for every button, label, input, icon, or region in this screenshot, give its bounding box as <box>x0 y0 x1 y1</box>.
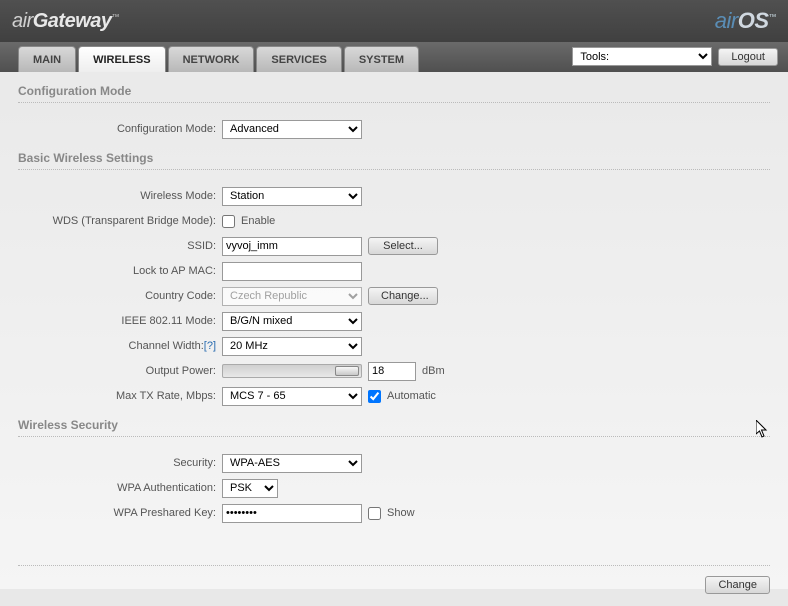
label-wpa-psk: WPA Preshared Key: <box>18 507 222 519</box>
label-channel-width: Channel Width:[?] <box>18 340 222 352</box>
footer: Change <box>18 565 770 594</box>
logo-os: OS <box>738 8 769 33</box>
channel-width-select[interactable]: 20 MHz <box>222 337 362 356</box>
ssid-input[interactable] <box>222 237 362 256</box>
country-select[interactable]: Czech Republic <box>222 287 362 306</box>
logout-button[interactable]: Logout <box>718 48 778 66</box>
wireless-mode-select[interactable]: Station <box>222 187 362 206</box>
tab-wireless[interactable]: WIRELESS <box>78 46 165 72</box>
logo-gateway: Gateway <box>33 10 112 32</box>
change-button[interactable]: Change <box>705 576 770 594</box>
section-basic-wireless: Basic Wireless Settings <box>18 151 770 170</box>
tm-mark: ™ <box>112 12 120 21</box>
section-wireless-security: Wireless Security <box>18 418 770 437</box>
logo-air: air <box>12 10 33 32</box>
output-power-unit: dBm <box>422 365 445 377</box>
wpa-auth-select[interactable]: PSK <box>222 479 278 498</box>
wds-checkbox[interactable] <box>222 215 235 228</box>
logo-air2: air <box>715 8 738 33</box>
logo-airos: airOS™ <box>715 8 776 34</box>
app-header: airGateway™ airOS™ <box>0 0 788 42</box>
ieee-mode-select[interactable]: B/G/N mixed <box>222 312 362 331</box>
content-area: Configuration Mode Configuration Mode: A… <box>0 72 788 606</box>
tab-network[interactable]: NETWORK <box>168 46 255 72</box>
output-power-input[interactable] <box>368 362 416 381</box>
tm-mark2: ™ <box>769 13 777 22</box>
security-select[interactable]: WPA-AES <box>222 454 362 473</box>
ssid-select-button[interactable]: Select... <box>368 237 438 255</box>
label-max-tx: Max TX Rate, Mbps: <box>18 390 222 402</box>
label-ieee-mode: IEEE 802.11 Mode: <box>18 315 222 327</box>
wds-enable-label: Enable <box>241 215 275 227</box>
show-psk-checkbox[interactable] <box>368 507 381 520</box>
max-tx-select[interactable]: MCS 7 - 65 <box>222 387 362 406</box>
slider-thumb-icon[interactable] <box>335 366 359 376</box>
show-psk-label: Show <box>387 507 415 519</box>
section-config-mode: Configuration Mode <box>18 84 770 103</box>
automatic-checkbox[interactable] <box>368 390 381 403</box>
automatic-label: Automatic <box>387 390 436 402</box>
output-power-slider[interactable] <box>222 364 362 378</box>
label-country: Country Code: <box>18 290 222 302</box>
label-security: Security: <box>18 457 222 469</box>
tab-services[interactable]: SERVICES <box>256 46 341 72</box>
tab-main[interactable]: MAIN <box>18 46 76 72</box>
tab-bar: MAIN WIRELESS NETWORK SERVICES SYSTEM To… <box>0 42 788 72</box>
tools-select[interactable]: Tools: <box>572 47 712 66</box>
label-wireless-mode: Wireless Mode: <box>18 190 222 202</box>
label-ssid: SSID: <box>18 240 222 252</box>
country-change-button[interactable]: Change... <box>368 287 438 305</box>
label-output-power: Output Power: <box>18 365 222 377</box>
wpa-psk-input[interactable] <box>222 504 362 523</box>
config-mode-select[interactable]: Advanced <box>222 120 362 139</box>
label-wds: WDS (Transparent Bridge Mode): <box>18 215 222 227</box>
tab-system[interactable]: SYSTEM <box>344 46 419 72</box>
label-config-mode: Configuration Mode: <box>18 123 222 135</box>
channel-width-help-link[interactable]: [?] <box>204 340 216 352</box>
logo-airgateway: airGateway™ <box>12 10 119 33</box>
lock-ap-mac-input[interactable] <box>222 262 362 281</box>
toolbar-right: Tools: Logout <box>572 47 778 66</box>
label-lock-ap-mac: Lock to AP MAC: <box>18 265 222 277</box>
label-wpa-auth: WPA Authentication: <box>18 482 222 494</box>
